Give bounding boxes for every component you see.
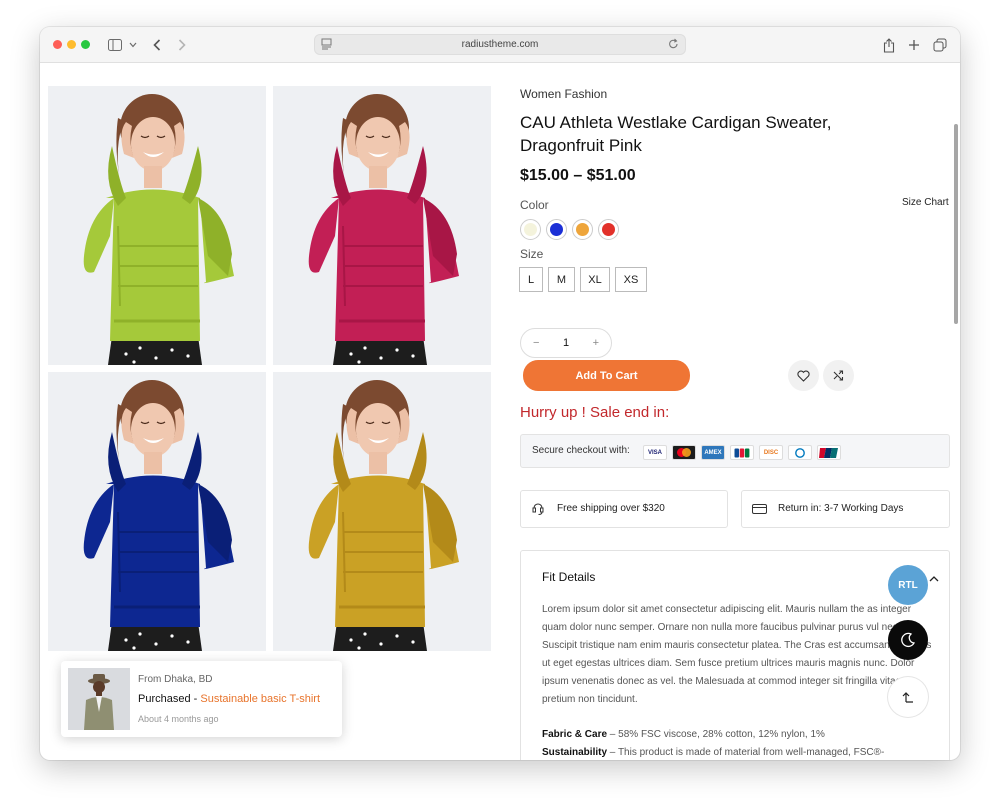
- color-swatch-orange[interactable]: [572, 219, 593, 240]
- chevron-up-icon[interactable]: [929, 569, 939, 587]
- compare-button[interactable]: [823, 360, 854, 391]
- gallery-figure: [273, 372, 491, 651]
- url-text: radiustheme.com: [461, 39, 539, 50]
- shipping-icon: [531, 502, 545, 521]
- fit-details-accordion: Fit Details Lorem ipsum dolor sit amet c…: [520, 550, 950, 760]
- color-swatch-cream[interactable]: [520, 219, 541, 240]
- color-swatch-red[interactable]: [598, 219, 619, 240]
- rtl-toggle-button[interactable]: RTL: [888, 565, 928, 605]
- new-tab-icon[interactable]: [907, 35, 921, 55]
- fit-details-heading[interactable]: Fit Details: [542, 570, 595, 584]
- shuffle-icon: [833, 370, 844, 381]
- product-title: CAU Athleta Westlake Cardigan Sweater, D…: [520, 113, 832, 155]
- chevron-down-icon[interactable]: [128, 35, 138, 55]
- fit-details-description: Lorem ipsum dolor sit amet consectetur a…: [542, 604, 932, 705]
- tabs-overview-icon[interactable]: [932, 35, 948, 55]
- sidebar-icon[interactable]: [107, 35, 123, 55]
- size-chart-link[interactable]: Size Chart: [902, 197, 949, 208]
- color-label: Color: [520, 198, 549, 212]
- color-swatch-blue[interactable]: [546, 219, 567, 240]
- reader-icon[interactable]: [321, 38, 332, 53]
- fabric-care-label: Fabric & Care: [542, 729, 608, 740]
- size-label: Size: [520, 247, 544, 261]
- unionpay-card-icon: [817, 445, 841, 460]
- product-category[interactable]: Women Fashion: [520, 87, 607, 101]
- fit-details-specs: Fabric & Care – 58% FSC viscose, 28% cot…: [542, 726, 932, 760]
- swatch-fill: [524, 223, 537, 236]
- visa-card-icon: VISA: [643, 445, 667, 460]
- page-scrollbar[interactable]: [954, 124, 958, 324]
- scroll-to-top-button[interactable]: [888, 677, 928, 717]
- size-option-xs[interactable]: XS: [615, 267, 647, 292]
- credit-card-icon: [752, 502, 767, 520]
- arrow-up-icon: [902, 692, 913, 703]
- return-policy-text: Return in: 3-7 Working Days: [778, 503, 904, 514]
- purchase-product-image: [68, 668, 130, 730]
- browser-toolbar: radiustheme.com: [40, 27, 960, 63]
- secure-checkout-label: Secure checkout with:: [532, 445, 630, 456]
- gallery-figure: [48, 372, 266, 651]
- sale-countdown-text: Hurry up ! Sale end in:: [520, 404, 670, 421]
- minimize-window-button[interactable]: [67, 40, 76, 49]
- product-image-2[interactable]: [273, 86, 491, 365]
- dark-mode-button[interactable]: [888, 620, 928, 660]
- jcb-card-icon: [730, 445, 754, 460]
- qty-value[interactable]: 1: [563, 337, 569, 349]
- product-image-4[interactable]: [273, 372, 491, 651]
- discover-card-icon: DISC: [759, 445, 783, 460]
- back-icon[interactable]: [150, 35, 164, 55]
- product-image-1[interactable]: [48, 86, 266, 365]
- swatch-fill: [576, 223, 589, 236]
- free-shipping-text: Free shipping over $320: [557, 503, 665, 514]
- purchase-product-link[interactable]: Sustainable basic T-shirt: [200, 693, 320, 705]
- reload-icon[interactable]: [668, 38, 679, 53]
- fabric-care-text: – 58% FSC viscose, 28% cotton, 12% nylon…: [607, 729, 825, 740]
- moon-icon: [901, 632, 916, 647]
- size-option-xl[interactable]: XL: [580, 267, 610, 292]
- return-policy-box: Return in: 3-7 Working Days: [741, 490, 950, 528]
- product-image-3[interactable]: [48, 372, 266, 651]
- free-shipping-box: Free shipping over $320: [520, 490, 728, 528]
- sustainability-label: Sustainability: [542, 747, 608, 758]
- zoom-window-button[interactable]: [81, 40, 90, 49]
- size-option-l[interactable]: L: [519, 267, 543, 292]
- quantity-stepper: − 1 +: [520, 328, 612, 358]
- browser-window: radiustheme.com Women Fashion CAU Athlet…: [40, 27, 960, 760]
- gallery-figure: [273, 86, 491, 365]
- share-icon[interactable]: [882, 35, 896, 55]
- wishlist-button[interactable]: [788, 360, 819, 391]
- add-to-cart-button[interactable]: Add To Cart: [523, 360, 690, 391]
- purchased-label: Purchased -: [138, 693, 201, 705]
- forward-icon[interactable]: [175, 35, 189, 55]
- heart-icon: [797, 370, 810, 382]
- product-price: $15.00 – $51.00: [520, 167, 636, 184]
- secure-checkout-box: Secure checkout with: VISA AMEX DISC: [520, 434, 950, 468]
- address-bar[interactable]: radiustheme.com: [314, 34, 686, 55]
- purchase-time: About 4 months ago: [138, 714, 219, 724]
- swatch-fill: [550, 223, 563, 236]
- size-option-m[interactable]: M: [548, 267, 575, 292]
- purchase-line: Purchased - Sustainable basic T-shirt: [138, 693, 320, 705]
- qty-minus-button[interactable]: −: [533, 337, 539, 349]
- sustainability-text: – This product is made of material from …: [607, 747, 885, 758]
- recent-purchase-popup[interactable]: From Dhaka, BD Purchased - Sustainable b…: [61, 661, 342, 737]
- purchase-location: From Dhaka, BD: [138, 674, 213, 685]
- swatch-fill: [602, 223, 615, 236]
- close-window-button[interactable]: [53, 40, 62, 49]
- qty-plus-button[interactable]: +: [593, 337, 599, 349]
- amex-card-icon: AMEX: [701, 445, 725, 460]
- diners-card-icon: [788, 445, 812, 460]
- gallery-figure: [48, 86, 266, 365]
- mastercard-icon: [672, 445, 696, 460]
